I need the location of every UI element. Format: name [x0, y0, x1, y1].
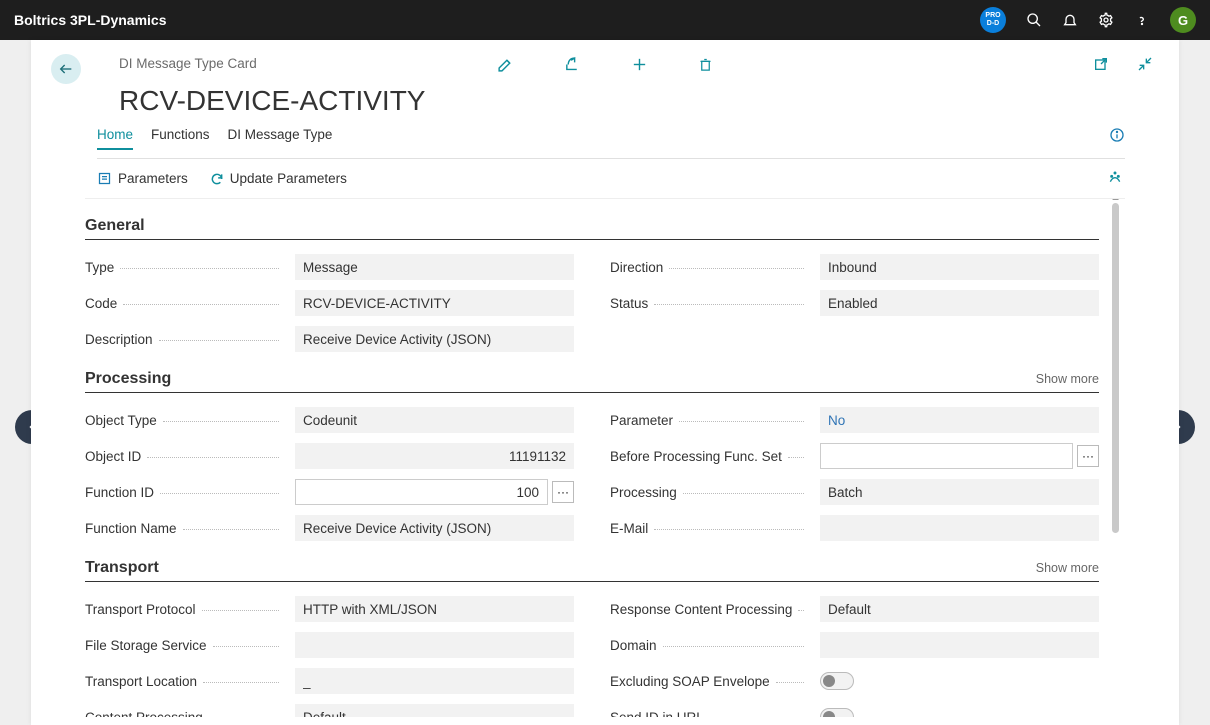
- section-general: General Type Direction Code Status Descr…: [85, 217, 1099, 352]
- label-description: Description: [85, 332, 153, 347]
- scrollbar-thumb[interactable]: [1112, 203, 1119, 533]
- label-code: Code: [85, 296, 117, 311]
- top-navbar: Boltrics 3PL-Dynamics PRO D-D G: [0, 0, 1210, 40]
- factbox-toggle-icon[interactable]: [1109, 127, 1125, 148]
- label-before-processing: Before Processing Func. Set: [610, 449, 782, 464]
- user-avatar[interactable]: G: [1170, 7, 1196, 33]
- label-parameter: Parameter: [610, 413, 673, 428]
- label-excluding-soap: Excluding SOAP Envelope: [610, 674, 770, 689]
- workspace: DI Message Type Card RCV-DEVICE-ACTIVITY…: [0, 40, 1210, 725]
- notifications-icon[interactable]: [1062, 12, 1078, 28]
- label-object-type: Object Type: [85, 413, 157, 428]
- toggle-excluding-soap[interactable]: [820, 672, 854, 690]
- label-content-processing: Content Processing: [85, 710, 203, 718]
- toolbar-actions: [31, 56, 1179, 78]
- field-domain[interactable]: [820, 632, 1099, 658]
- label-file-storage: File Storage Service: [85, 638, 207, 653]
- help-icon[interactable]: [1134, 12, 1150, 28]
- field-content-processing[interactable]: [295, 704, 574, 717]
- delete-button[interactable]: [698, 56, 713, 78]
- settings-gear-icon[interactable]: [1098, 12, 1114, 28]
- field-transport-protocol[interactable]: [295, 596, 574, 622]
- tab-di-message-type[interactable]: DI Message Type: [228, 127, 333, 150]
- update-parameters-action[interactable]: Update Parameters: [210, 171, 347, 186]
- field-function-id[interactable]: [295, 479, 548, 505]
- action-subbar: Parameters Update Parameters: [85, 159, 1125, 199]
- label-processing: Processing: [610, 485, 677, 500]
- app-name: Boltrics 3PL-Dynamics: [14, 12, 167, 28]
- tab-functions[interactable]: Functions: [151, 127, 210, 150]
- label-domain: Domain: [610, 638, 657, 653]
- field-function-name[interactable]: [295, 515, 574, 541]
- field-processing[interactable]: [820, 479, 1099, 505]
- section-title-general: General: [85, 217, 145, 235]
- field-type[interactable]: [295, 254, 574, 280]
- collapse-window-icon[interactable]: [1137, 56, 1153, 77]
- section-transport: Transport Show more Transport Protocol Re…: [85, 559, 1099, 717]
- field-object-type[interactable]: [295, 407, 574, 433]
- section-title-transport: Transport: [85, 559, 159, 577]
- open-new-window-icon[interactable]: [1093, 56, 1109, 77]
- label-type: Type: [85, 260, 114, 275]
- new-button[interactable]: [631, 56, 648, 78]
- section-processing: Processing Show more Object Type Paramete…: [85, 370, 1099, 541]
- label-send-id-in-url: Send ID in URL: [610, 710, 704, 718]
- field-direction[interactable]: [820, 254, 1099, 280]
- environment-badge[interactable]: PRO D-D: [980, 7, 1006, 33]
- assist-edit-function-id[interactable]: ···: [552, 481, 574, 503]
- search-icon[interactable]: [1026, 12, 1042, 28]
- label-function-name: Function Name: [85, 521, 177, 536]
- label-transport-protocol: Transport Protocol: [85, 602, 196, 617]
- field-parameter[interactable]: [820, 407, 1099, 433]
- field-email[interactable]: [820, 515, 1099, 541]
- personalize-icon[interactable]: [1107, 169, 1123, 188]
- field-before-processing[interactable]: [820, 443, 1073, 469]
- share-button[interactable]: [564, 56, 581, 78]
- field-response-content-processing[interactable]: [820, 596, 1099, 622]
- edit-button[interactable]: [497, 56, 514, 78]
- label-direction: Direction: [610, 260, 663, 275]
- card-page: DI Message Type Card RCV-DEVICE-ACTIVITY…: [31, 40, 1179, 725]
- show-more-transport[interactable]: Show more: [1036, 561, 1099, 575]
- field-transport-location[interactable]: [295, 668, 574, 694]
- field-object-id[interactable]: [295, 443, 574, 469]
- label-function-id: Function ID: [85, 485, 154, 500]
- field-status[interactable]: [820, 290, 1099, 316]
- label-object-id: Object ID: [85, 449, 141, 464]
- field-code[interactable]: [295, 290, 574, 316]
- field-description[interactable]: [295, 326, 574, 352]
- page-title: RCV-DEVICE-ACTIVITY: [119, 85, 1125, 117]
- label-response-content-processing: Response Content Processing: [610, 602, 792, 617]
- label-email: E-Mail: [610, 521, 648, 536]
- section-title-processing: Processing: [85, 370, 171, 388]
- tab-home[interactable]: Home: [97, 127, 133, 150]
- show-more-processing[interactable]: Show more: [1036, 372, 1099, 386]
- label-transport-location: Transport Location: [85, 674, 197, 689]
- parameters-action[interactable]: Parameters: [97, 171, 188, 186]
- action-tabs: Home Functions DI Message Type: [97, 127, 1125, 159]
- toggle-send-id-in-url[interactable]: [820, 708, 854, 717]
- assist-edit-before-processing[interactable]: ···: [1077, 445, 1099, 467]
- label-status: Status: [610, 296, 648, 311]
- field-file-storage[interactable]: [295, 632, 574, 658]
